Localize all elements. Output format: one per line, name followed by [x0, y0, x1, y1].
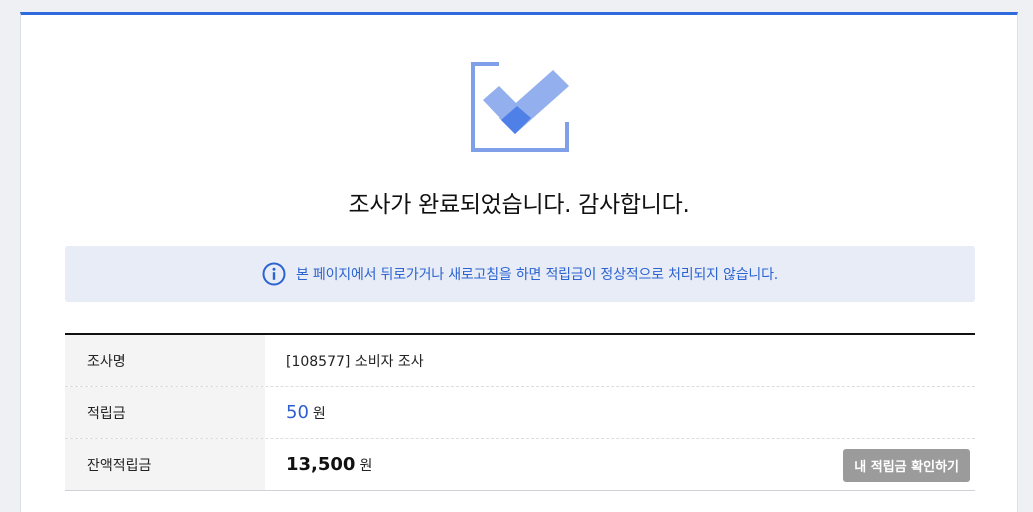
points-label: 적립금	[65, 387, 265, 438]
completion-title: 조사가 완료되었습니다. 감사합니다.	[348, 192, 690, 218]
table-row-balance: 잔액적립금 13,500 원 내 적립금 확인하기	[65, 439, 975, 491]
survey-name-label: 조사명	[65, 335, 265, 386]
balance-value-cell: 13,500 원 내 적립금 확인하기	[265, 439, 975, 490]
info-circle-icon	[262, 262, 286, 286]
notice-banner: 본 페이지에서 뒤로가거나 새로고침을 하면 적립금이 정상적으로 처리되지 않…	[65, 246, 975, 302]
survey-summary-table: 조사명 [108577] 소비자 조사 적립금 50 원 잔액적립금 13,50…	[65, 333, 975, 491]
points-amount: 50	[286, 402, 309, 423]
points-value-cell: 50 원	[265, 387, 975, 438]
points-unit: 원	[312, 405, 326, 422]
table-row-survey-name: 조사명 [108577] 소비자 조사	[65, 335, 975, 387]
balance-unit: 원	[359, 457, 373, 474]
balance-label: 잔액적립금	[65, 439, 265, 490]
notice-text: 본 페이지에서 뒤로가거나 새로고침을 하면 적립금이 정상적으로 처리되지 않…	[295, 267, 779, 283]
completion-card: 조사가 완료되었습니다. 감사합니다. 본 페이지에서 뒤로가거나 새로고침을 …	[20, 12, 1018, 512]
checkbox-check-icon	[471, 62, 569, 152]
check-my-points-button[interactable]: 내 적립금 확인하기	[843, 449, 970, 482]
table-row-points: 적립금 50 원	[65, 387, 975, 439]
survey-name-value: [108577] 소비자 조사	[286, 353, 424, 370]
balance-amount: 13,500	[286, 454, 356, 475]
